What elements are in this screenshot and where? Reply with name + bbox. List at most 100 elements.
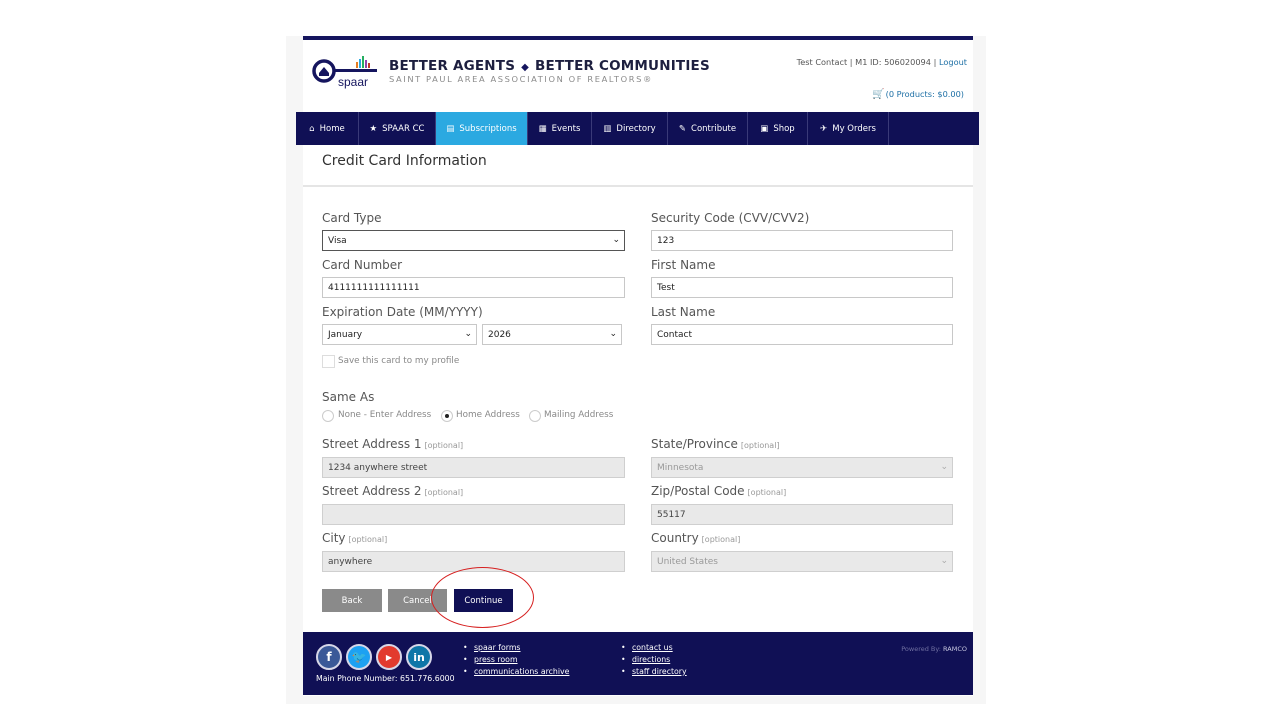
zip-label-text: Zip/Postal Code (651, 484, 745, 498)
spaar-logo[interactable]: spaar (312, 54, 380, 90)
home-icon: ⌂ (309, 123, 315, 134)
nav-item-subscriptions[interactable]: ▤ Subscriptions (436, 112, 528, 145)
cart-link[interactable]: 🛒(0 Products: $0.00) (872, 89, 964, 100)
radio-none[interactable] (322, 410, 334, 422)
optional-tag: [optional] (701, 535, 741, 544)
nav-label: SPAAR CC (382, 123, 425, 134)
contribute-icon: ✎ (678, 123, 687, 134)
facebook-icon[interactable]: f (316, 644, 342, 670)
shop-icon: ▣ (760, 123, 769, 134)
nav-label: Subscriptions (459, 123, 517, 134)
tagline-right: BETTER COMMUNITIES (535, 58, 710, 74)
save-card-checkbox[interactable] (322, 355, 335, 368)
nav-item-shop[interactable]: ▣ Shop (748, 112, 808, 145)
user-info: Test Contact | M1 ID: 506020094 | Logout (797, 57, 967, 67)
nav-label: Contribute (691, 123, 737, 134)
nav-label: My Orders (832, 123, 876, 134)
first-name-input[interactable]: Test (651, 277, 953, 298)
footer-link-directions[interactable]: directions (621, 655, 670, 664)
footer-link-press-room[interactable]: press room (463, 655, 517, 664)
nav-item-home[interactable]: ⌂ Home (296, 112, 359, 145)
street1-label: Street Address 1 [optional] (322, 437, 463, 451)
card-type-value: Visa (328, 235, 347, 246)
logout-link[interactable]: Logout (939, 57, 967, 67)
country-select[interactable]: United States ⌄ (651, 551, 953, 572)
linkedin-icon[interactable]: in (406, 644, 432, 670)
card-number-value: 4111111111111111 (328, 282, 420, 293)
orders-icon: ✈ (820, 123, 828, 134)
nav-item-spaar-cc[interactable]: ★ SPAAR CC (359, 112, 436, 145)
chevron-down-icon: ⌄ (940, 462, 948, 472)
back-button[interactable]: Back (322, 589, 382, 612)
nav-item-events[interactable]: ▦ Events (528, 112, 592, 145)
chevron-down-icon: ⌄ (612, 235, 620, 245)
svg-text:spaar: spaar (338, 75, 368, 89)
events-icon: ▦ (538, 123, 547, 134)
last-name-label: Last Name (651, 305, 716, 319)
page-title: Credit Card Information (322, 153, 487, 169)
radio-mailing-address[interactable] (529, 410, 541, 422)
radio-none-label: None - Enter Address (338, 410, 432, 420)
first-name-value: Test (657, 282, 675, 293)
nav-item-my-orders[interactable]: ✈ My Orders (808, 112, 889, 145)
state-label-text: State/Province (651, 437, 738, 451)
title-divider (303, 185, 973, 187)
optional-tag: [optional] (348, 535, 388, 544)
city-label-text: City (322, 531, 346, 545)
zip-input[interactable]: 55117 (651, 504, 953, 525)
optional-tag: [optional] (424, 441, 464, 450)
zip-label: Zip/Postal Code [optional] (651, 484, 786, 498)
optional-tag: [optional] (747, 488, 787, 497)
card-type-select[interactable]: Visa ⌄ (322, 230, 625, 251)
nav-label: Directory (616, 123, 656, 134)
youtube-icon[interactable]: ▶ (376, 644, 402, 670)
footer-link-communications-archive[interactable]: communications archive (463, 667, 570, 676)
twitter-icon[interactable]: 🐦 (346, 644, 372, 670)
exp-month-select[interactable]: January ⌄ (322, 324, 477, 345)
street1-value: 1234 anywhere street (328, 462, 428, 473)
tagline: BETTER AGENTS ◆ BETTER COMMUNITIES (389, 58, 710, 74)
radio-mailing-label: Mailing Address (544, 410, 614, 420)
street1-label-text: Street Address 1 (322, 437, 422, 451)
radio-home-address[interactable] (441, 410, 453, 422)
main-phone: Main Phone Number: 651.776.6000 (316, 674, 455, 683)
diamond-icon: ◆ (521, 62, 530, 73)
nav-label: Events (551, 123, 581, 134)
optional-tag: [optional] (424, 488, 464, 497)
nav-label: Shop (773, 123, 795, 134)
powered-by-brand: RAMCO (943, 645, 967, 653)
security-code-input[interactable]: 123 (651, 230, 953, 251)
cart-summary: (0 Products: $0.00) (885, 89, 964, 99)
security-code-label: Security Code (CVV/CVV2) (651, 211, 810, 225)
nav-item-directory[interactable]: ▥ Directory (592, 112, 668, 145)
star-icon: ★ (369, 123, 378, 134)
main-nav: ⌂ Home ★ SPAAR CC ▤ Subscriptions ▦ Events ▥… (296, 112, 979, 145)
country-value: United States (657, 556, 718, 567)
country-label: Country [optional] (651, 531, 740, 545)
user-info-text: Test Contact | M1 ID: 506020094 | (796, 57, 937, 67)
highlight-circle-annotation (431, 567, 534, 628)
nav-item-contribute[interactable]: ✎ Contribute (668, 112, 748, 145)
footer-link-spaar-forms[interactable]: spaar forms (463, 643, 520, 652)
street2-input[interactable] (322, 504, 625, 525)
last-name-input[interactable]: Contact (651, 324, 953, 345)
street2-label: Street Address 2 [optional] (322, 484, 463, 498)
state-select[interactable]: Minnesota ⌄ (651, 457, 953, 478)
subtagline: SAINT PAUL AREA ASSOCIATION OF REALTORS® (389, 74, 653, 84)
chevron-down-icon: ⌄ (940, 556, 948, 566)
street1-input[interactable]: 1234 anywhere street (322, 457, 625, 478)
first-name-label: First Name (651, 258, 716, 272)
radio-home-label: Home Address (456, 410, 520, 420)
cart-icon: 🛒 (872, 89, 885, 100)
footer-link-staff-directory[interactable]: staff directory (621, 667, 687, 676)
city-label: City [optional] (322, 531, 387, 545)
exp-year-value: 2026 (488, 329, 511, 340)
exp-year-select[interactable]: 2026 ⌄ (482, 324, 622, 345)
card-number-input[interactable]: 4111111111111111 (322, 277, 625, 298)
directory-icon: ▥ (603, 123, 612, 134)
footer-link-contact-us[interactable]: contact us (621, 643, 673, 652)
state-value: Minnesota (657, 462, 704, 473)
optional-tag: [optional] (740, 441, 780, 450)
chevron-down-icon: ⌄ (464, 329, 472, 339)
city-value: anywhere (328, 556, 373, 567)
